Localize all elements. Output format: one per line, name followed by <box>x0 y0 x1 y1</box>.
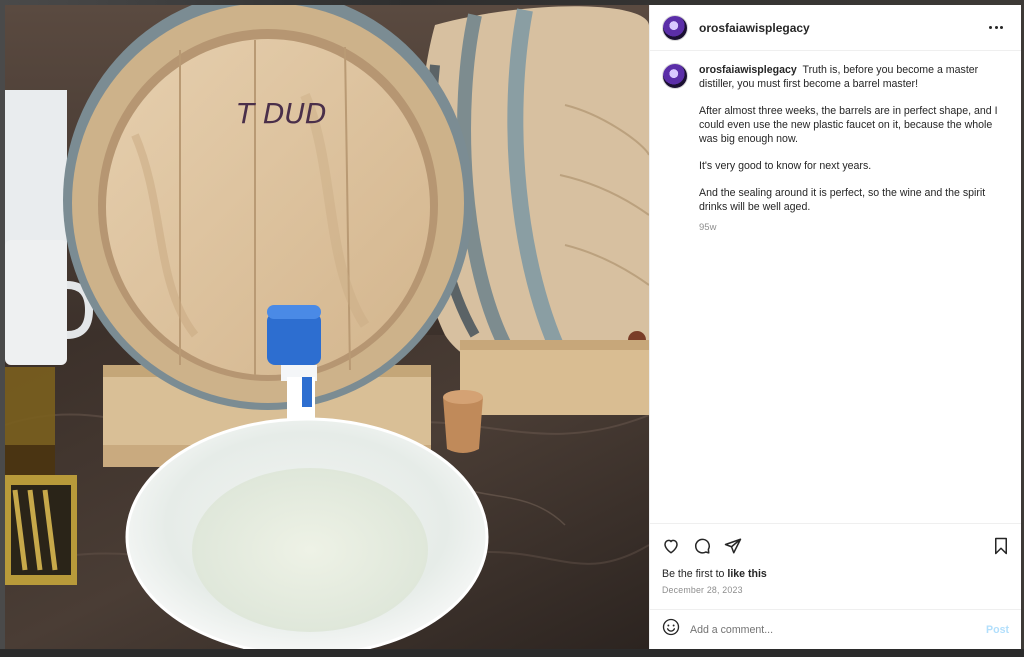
likes-prefix: Be the first to <box>662 568 725 580</box>
post-side-panel: orosfaiawisplegacy orosfaiawisplegacy Tr… <box>649 5 1021 649</box>
action-icon-row <box>662 530 1009 562</box>
post-actions: Be the first to like this December 28, 2… <box>650 523 1021 595</box>
heart-icon[interactable] <box>662 533 688 559</box>
caption-username[interactable]: orosfaiawisplegacy <box>699 64 797 76</box>
post-header: orosfaiawisplegacy <box>650 5 1021 51</box>
post-photo[interactable]: T DUD <box>5 5 649 649</box>
caption-paragraph: And the sealing around it is perfect, so… <box>699 187 986 213</box>
caption-time-ago[interactable]: 95w <box>699 221 999 235</box>
post-comment-button[interactable]: Post <box>986 624 1009 636</box>
caption-avatar[interactable] <box>662 63 688 89</box>
caption-paragraph: It's very good to know for next years. <box>699 160 872 172</box>
share-icon[interactable] <box>724 533 750 559</box>
emoji-icon[interactable] <box>662 618 680 641</box>
bookmark-icon[interactable] <box>983 533 1009 559</box>
page-bottom-strip <box>0 649 1024 657</box>
barrel-marking-text: T DUD <box>237 97 327 130</box>
author-username[interactable]: orosfaiawisplegacy <box>699 21 810 35</box>
comment-icon[interactable] <box>693 533 719 559</box>
caption-body: orosfaiawisplegacy Truth is, before you … <box>699 63 999 235</box>
caption-paragraph: After almost three weeks, the barrels ar… <box>699 105 998 145</box>
post-date[interactable]: December 28, 2023 <box>662 585 1009 595</box>
post-modal: T DUD orosfaiawisplegacy orosfaiawispleg… <box>5 5 1021 649</box>
add-comment-bar: Post <box>650 609 1021 649</box>
caption-area: orosfaiawisplegacy Truth is, before you … <box>650 51 1021 523</box>
caption-row: orosfaiawisplegacy Truth is, before you … <box>662 63 1007 235</box>
author-avatar[interactable] <box>662 14 688 41</box>
barrels-photo-illustration: T DUD <box>5 5 649 649</box>
likes-summary: Be the first to like this <box>662 568 1009 580</box>
comment-input[interactable] <box>690 623 987 636</box>
more-options-icon[interactable] <box>985 17 1007 39</box>
like-this-link[interactable]: like this <box>727 568 766 580</box>
